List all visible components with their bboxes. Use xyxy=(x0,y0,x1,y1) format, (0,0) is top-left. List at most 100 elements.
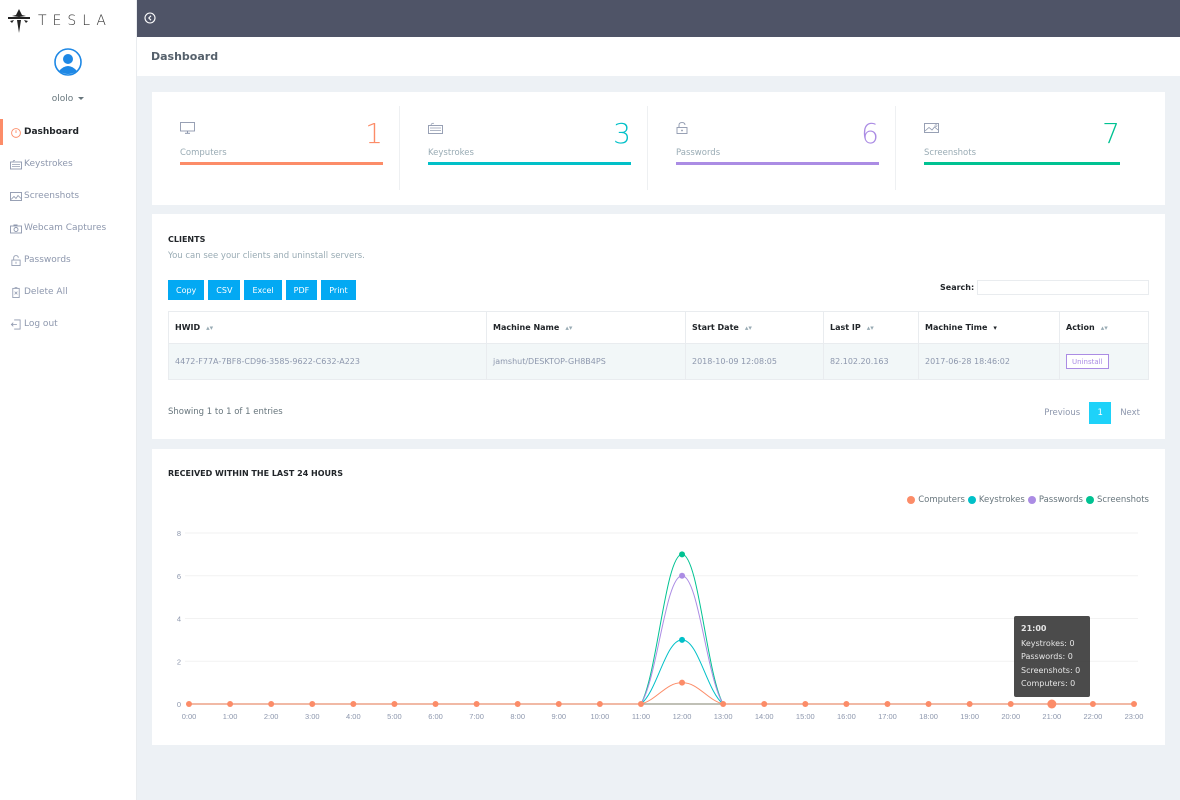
sort-icon: ▴▾ xyxy=(1100,323,1108,332)
x-tick-label: 9:00 xyxy=(551,712,566,721)
line-chart[interactable]: 0 2 4 6 8 0:00 1:00 2:00 3:00 4:00 5:00 6:00 7:00 8:0… xyxy=(152,449,1165,745)
image-icon xyxy=(924,123,939,133)
data-point-computers xyxy=(843,701,850,707)
stat-bar xyxy=(676,162,879,165)
logout-icon xyxy=(9,319,22,330)
x-tick-label: 4:00 xyxy=(346,712,361,721)
avatar-icon[interactable] xyxy=(54,48,82,76)
stat-label: Passwords xyxy=(676,148,721,158)
clients-subtitle: You can see your clients and uninstall s… xyxy=(168,251,365,261)
logo-icon xyxy=(8,9,30,33)
sidebar-item-dashboard[interactable]: Dashboard xyxy=(0,116,136,148)
uninstall-button[interactable]: Uninstall xyxy=(1066,354,1109,369)
series-line-keystrokes xyxy=(189,639,1134,705)
x-tick-label: 18:00 xyxy=(919,712,938,721)
page-header: Dashboard xyxy=(137,37,1180,76)
sort-icon: ▴▾ xyxy=(206,323,214,332)
data-point-computers xyxy=(350,701,357,707)
copy-button[interactable]: Copy xyxy=(168,280,205,300)
previous-page-button[interactable]: Previous xyxy=(1035,408,1089,418)
sidebar-item-webcam-captures[interactable]: Webcam Captures xyxy=(0,212,136,244)
column-label: HWID xyxy=(175,323,201,332)
stat-label: Computers xyxy=(180,148,227,158)
monitor-icon xyxy=(180,122,195,134)
data-point-computers xyxy=(514,701,521,707)
tooltip-line: Keystrokes: 0 xyxy=(1021,638,1075,648)
x-tick-label: 23:00 xyxy=(1125,712,1144,721)
stat-label: Screenshots xyxy=(924,148,977,158)
keyboard-icon xyxy=(9,159,22,170)
stat-value: 7 xyxy=(1102,117,1120,150)
cell-action: Uninstall xyxy=(1059,343,1149,380)
y-tick-label: 0 xyxy=(177,700,181,709)
x-tick-label: 11:00 xyxy=(632,712,650,721)
sort-icon: ▴▾ xyxy=(565,323,573,332)
x-tick-label: 17:00 xyxy=(878,712,897,721)
user-menu[interactable]: ololo xyxy=(0,94,136,104)
excel-button[interactable]: Excel xyxy=(244,280,282,300)
sidebar-item-passwords[interactable]: Passwords xyxy=(0,244,136,276)
column-label: Action xyxy=(1066,323,1095,332)
column-header-machine-time[interactable]: Machine Time ▾ xyxy=(918,311,1060,344)
image-icon xyxy=(9,191,22,202)
data-point-computers xyxy=(473,701,480,707)
data-point-computers xyxy=(596,701,603,707)
print-button[interactable]: Print xyxy=(321,280,356,300)
column-header-start-date[interactable]: Start Date ▴▾ xyxy=(685,311,824,344)
column-header-action[interactable]: Action ▴▾ xyxy=(1059,311,1149,344)
user-name: ololo xyxy=(51,94,74,104)
data-point-computers xyxy=(432,701,439,707)
stat-passwords: Passwords 6 xyxy=(648,106,896,190)
sidebar-item-log-out[interactable]: Log out xyxy=(0,308,136,340)
unlock-icon xyxy=(9,254,22,266)
sidebar-item-keystrokes[interactable]: Keystrokes xyxy=(0,148,136,180)
chart-card: RECEIVED WITHIN THE LAST 24 HOURS Comput… xyxy=(152,449,1165,745)
x-tick-label: 2:00 xyxy=(264,712,279,721)
stat-bar xyxy=(180,162,383,165)
search-input[interactable] xyxy=(977,280,1149,295)
x-tick-label: 10:00 xyxy=(590,712,609,721)
x-tick-label: 12:00 xyxy=(673,712,692,721)
data-point-computers xyxy=(391,701,398,707)
x-tick-label: 22:00 xyxy=(1084,712,1103,721)
sidebar-nav: Dashboard Keystrokes Screenshots Webcam … xyxy=(0,116,136,340)
x-tick-label: 8:00 xyxy=(510,712,525,721)
sidebar-toggle-icon[interactable] xyxy=(144,12,156,24)
pdf-button[interactable]: PDF xyxy=(285,280,318,300)
topbar xyxy=(137,0,1180,37)
chart-tooltip: 21:00 Keystrokes: 0 Passwords: 0 Screens… xyxy=(1014,616,1090,697)
brand-name: TESLA xyxy=(38,13,112,29)
column-label: Machine Time xyxy=(925,323,988,332)
column-label: Last IP xyxy=(830,323,861,332)
column-label: Machine Name xyxy=(493,323,560,332)
keyboard-icon xyxy=(428,122,443,134)
cell-start-date: 2018-10-09 12:08:05 xyxy=(685,343,824,380)
data-point-computers xyxy=(1089,701,1096,707)
sidebar-item-label: Delete All xyxy=(24,287,68,297)
column-header-hwid[interactable]: HWID ▴▾ xyxy=(168,311,487,344)
page-1-button[interactable]: 1 xyxy=(1089,402,1112,424)
sidebar-item-label: Webcam Captures xyxy=(24,223,107,233)
export-buttons: Copy CSV Excel PDF Print xyxy=(168,280,356,300)
column-label: Start Date xyxy=(692,323,739,332)
tooltip-line: Computers: 0 xyxy=(1021,679,1076,688)
sidebar-item-label: Passwords xyxy=(24,255,71,265)
stats-card: Computers 1 Keystrokes 3 Passwords 6 Scr… xyxy=(152,92,1165,205)
tooltip-line: Screenshots: 0 xyxy=(1021,665,1081,675)
data-point-computers xyxy=(679,679,686,686)
tooltip-line: Passwords: 0 xyxy=(1021,652,1073,661)
stat-screenshots: Screenshots 7 xyxy=(896,106,1148,190)
stat-keystrokes: Keystrokes 3 xyxy=(400,106,648,190)
sidebar-item-label: Screenshots xyxy=(24,191,80,201)
csv-button[interactable]: CSV xyxy=(208,280,241,300)
search-label: Search: xyxy=(940,283,975,292)
series-line-passwords xyxy=(189,575,1134,705)
brand-logo[interactable]: TESLA xyxy=(6,8,112,34)
sidebar-item-delete-all[interactable]: Delete All xyxy=(0,276,136,308)
x-tick-label: 20:00 xyxy=(1001,712,1020,721)
column-header-machine-name[interactable]: Machine Name ▴▾ xyxy=(486,311,686,344)
next-page-button[interactable]: Next xyxy=(1111,408,1149,418)
data-point-computers xyxy=(761,701,768,707)
column-header-last-ip[interactable]: Last IP ▴▾ xyxy=(823,311,919,344)
sidebar-item-screenshots[interactable]: Screenshots xyxy=(0,180,136,212)
